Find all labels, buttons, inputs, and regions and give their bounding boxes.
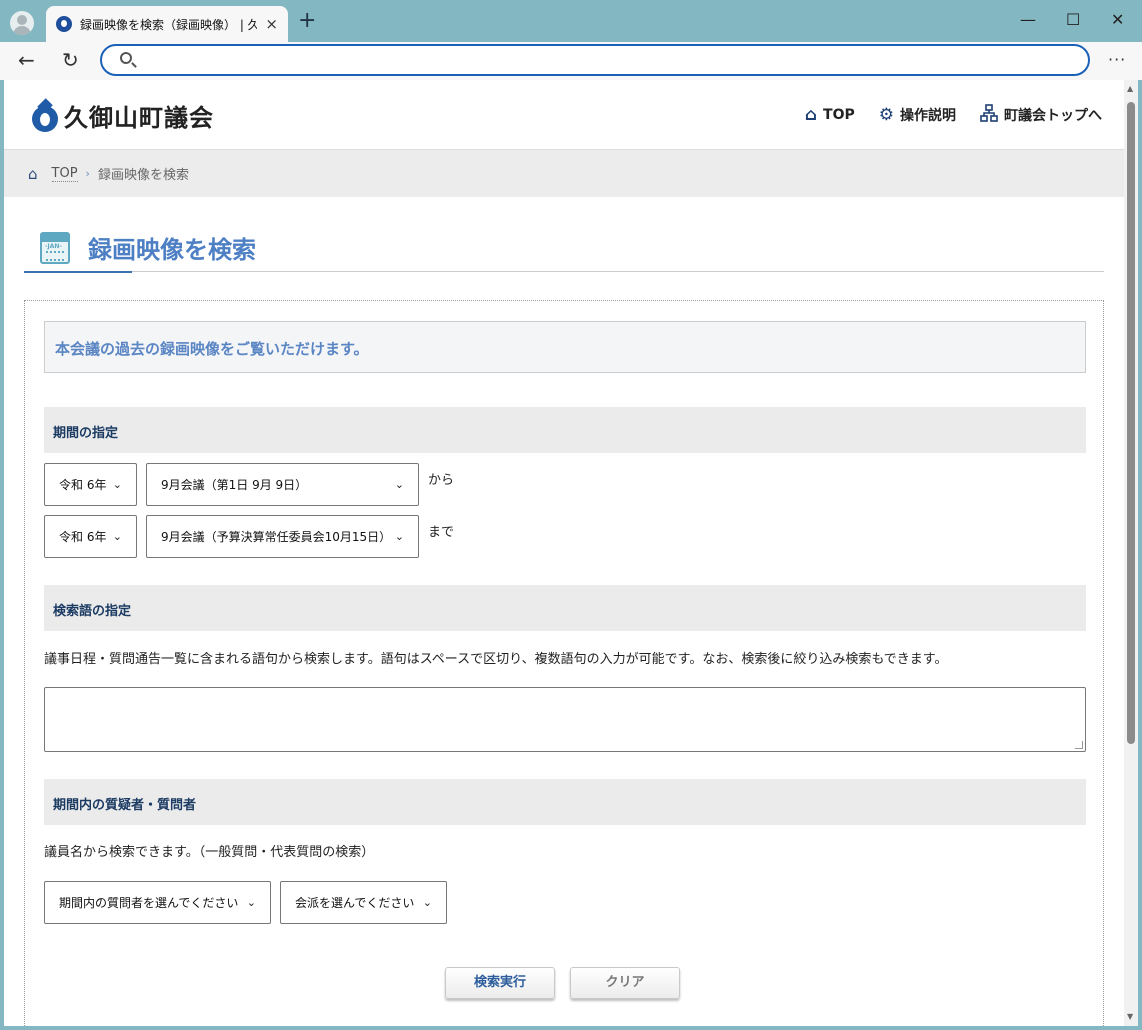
chevron-down-icon: ⌄	[112, 478, 122, 491]
member-select[interactable]: 期間内の質問者を選んでください ⌄	[44, 881, 271, 924]
page-viewport: 久御山町議会 ⌂ TOP ⚙ 操作説明 町議会トップへ ⌂ TOP › 録画映像…	[4, 80, 1124, 1026]
nav-council-top-link[interactable]: 町議会トップへ	[980, 104, 1102, 126]
chevron-down-icon: ⌄	[394, 478, 404, 491]
tab-title: 録画映像を検索（録画映像） | 久御山町議会	[80, 17, 258, 32]
keyword-heading: 検索語の指定	[44, 585, 1086, 631]
page-title: 録画映像を検索	[88, 236, 256, 264]
chevron-down-icon: ⌄	[422, 896, 432, 909]
address-bar[interactable]	[100, 44, 1090, 76]
faction-select[interactable]: 会派を選んでください ⌄	[280, 881, 447, 924]
site-favicon-icon	[56, 16, 72, 32]
logo-mark-icon	[32, 97, 58, 132]
logo-text: 久御山町議会	[64, 104, 214, 132]
back-icon[interactable]: ←	[18, 47, 35, 73]
page-heading: -JAN- 録画映像を検索	[24, 226, 1104, 273]
to-session-value: 9月会議（予算決算常任委員会10月15日）	[161, 530, 392, 544]
breadcrumb-home-icon[interactable]: ⌂	[28, 165, 38, 183]
scrollbar-thumb[interactable]	[1127, 102, 1135, 744]
questioner-description: 議員名から検索できます。（一般質問・代表質問の検索）	[44, 845, 375, 860]
nav-council-top-label: 町議会トップへ	[1004, 108, 1102, 124]
to-year-select[interactable]: 令和 6年 ⌄	[44, 515, 137, 558]
search-form: 本会議の過去の録画映像をご覧いただけます。 期間の指定 令和 6年 ⌄ 9月会議（…	[24, 300, 1104, 1026]
questioner-heading: 期間内の質疑者・質問者	[44, 779, 1086, 825]
scroll-up-icon[interactable]: ▲	[1127, 84, 1133, 93]
to-year-value: 令和 6年	[59, 530, 107, 544]
from-suffix: から	[428, 473, 455, 488]
search-button[interactable]: 検索実行	[445, 967, 555, 999]
header-nav: ⌂ TOP ⚙ 操作説明 町議会トップへ	[805, 104, 1102, 126]
breadcrumb-separator: ›	[85, 167, 90, 180]
tab-bar: 録画映像を検索（録画映像） | 久御山町議会 × + — ☐ ✕	[0, 0, 1142, 42]
more-menu-icon[interactable]: ···	[1108, 50, 1126, 69]
chevron-down-icon: ⌄	[246, 896, 256, 909]
vertical-scrollbar[interactable]: ▲ ▼	[1124, 80, 1138, 1026]
close-window-icon[interactable]: ✕	[1111, 10, 1124, 29]
chevron-down-icon: ⌄	[394, 530, 404, 543]
calendar-icon: -JAN-	[40, 232, 70, 264]
tab-close-icon[interactable]: ×	[265, 15, 278, 33]
minimize-icon[interactable]: —	[1020, 10, 1036, 29]
site-header: 久御山町議会 ⌂ TOP ⚙ 操作説明 町議会トップへ	[4, 80, 1124, 150]
profile-avatar-icon[interactable]	[10, 11, 34, 35]
from-session-value: 9月会議（第1日 9月 9日）	[161, 478, 308, 492]
breadcrumb-top-link[interactable]: TOP	[51, 166, 78, 182]
sitemap-icon	[980, 104, 998, 126]
search-icon	[120, 52, 132, 64]
home-icon: ⌂	[804, 105, 818, 125]
browser-tab[interactable]: 録画映像を検索（録画映像） | 久御山町議会 ×	[46, 6, 288, 42]
resize-handle-icon[interactable]	[1075, 741, 1083, 749]
keyword-description: 議事日程・質問通告一覧に含まれる語句から検索します。語句はスペースで区切り、複数…	[44, 652, 948, 667]
intro-text: 本会議の過去の録画映像をご覧いただけます。	[44, 321, 1086, 373]
gear-icon: ⚙	[878, 105, 894, 125]
nav-top-link[interactable]: ⌂ TOP	[805, 106, 855, 124]
scroll-down-icon[interactable]: ▼	[1127, 1012, 1133, 1021]
from-year-value: 令和 6年	[59, 478, 107, 492]
reload-icon[interactable]: ↻	[62, 47, 79, 73]
faction-select-value: 会派を選んでください	[295, 896, 415, 910]
site-logo[interactable]: 久御山町議会	[32, 97, 214, 133]
maximize-icon[interactable]: ☐	[1066, 10, 1080, 29]
nav-top-label: TOP	[823, 107, 855, 123]
breadcrumb: ⌂ TOP › 録画映像を検索	[4, 150, 1124, 197]
to-session-select[interactable]: 9月会議（予算決算常任委員会10月15日） ⌄	[146, 515, 419, 558]
to-suffix: まで	[428, 525, 455, 540]
browser-toolbar: ← ↻ ···	[0, 42, 1142, 80]
from-session-select[interactable]: 9月会議（第1日 9月 9日） ⌄	[146, 463, 419, 506]
calendar-label: -JAN-	[45, 243, 62, 250]
new-tab-icon[interactable]: +	[298, 9, 316, 33]
member-select-value: 期間内の質問者を選んでください	[59, 896, 239, 910]
keyword-textarea[interactable]	[44, 687, 1086, 752]
nav-help-label: 操作説明	[900, 108, 956, 124]
chevron-down-icon: ⌄	[112, 530, 122, 543]
from-year-select[interactable]: 令和 6年 ⌄	[44, 463, 137, 506]
clear-button[interactable]: クリア	[570, 967, 680, 999]
period-heading: 期間の指定	[44, 407, 1086, 453]
nav-help-link[interactable]: ⚙ 操作説明	[879, 105, 956, 125]
breadcrumb-current: 録画映像を検索	[97, 168, 189, 183]
